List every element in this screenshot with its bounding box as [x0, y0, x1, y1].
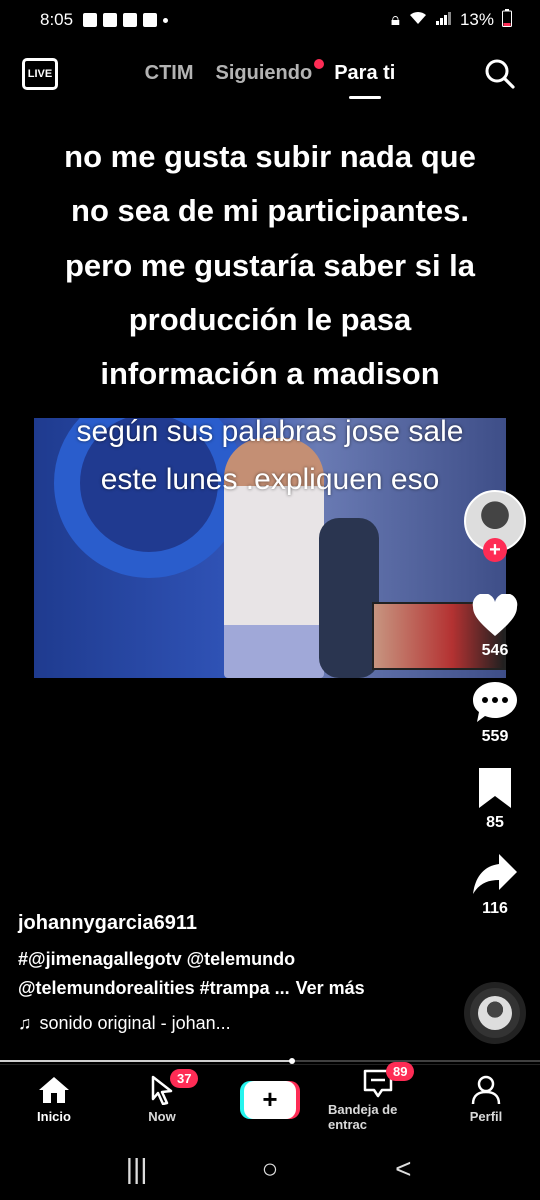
status-bar: 8:05 🔒︎ 13% — [0, 0, 540, 40]
caption-line: no sea de mi participantes. — [71, 193, 469, 229]
like-button[interactable]: 546 — [471, 594, 519, 660]
nav-now-label: Now — [148, 1109, 176, 1124]
nav-perfil[interactable]: Perfil — [436, 1075, 536, 1124]
nav-inbox[interactable]: 89 Bandeja de entrac — [328, 1061, 428, 1132]
video-progress-bar[interactable] — [0, 1058, 540, 1064]
post-description: #@jimenagallegotv @telemundo @telemundor… — [18, 945, 438, 1003]
caption-line: no me gusta subir nada que — [64, 139, 476, 174]
overlay-line: este lunes .expliquen eso — [100, 463, 440, 496]
action-rail: + 546 559 85 116 — [460, 490, 530, 918]
now-badge: 37 — [170, 1069, 199, 1088]
tab-ctim[interactable]: CTIM — [145, 62, 194, 85]
sound-disc[interactable] — [464, 982, 526, 1044]
add-person-icon — [123, 13, 138, 27]
status-time: 8:05 — [40, 10, 74, 29]
like-count: 546 — [481, 642, 509, 659]
tiktok-icon — [143, 13, 158, 27]
status-right: 🔒︎ 13% — [390, 8, 512, 32]
battery-percent: 13% — [459, 10, 494, 29]
recents-button[interactable]: ||| — [117, 1153, 157, 1185]
bottom-nav: Inicio 37 Now + 89 Bandeja de entrac Per… — [0, 1061, 540, 1134]
nav-now[interactable]: 37 Now — [112, 1069, 212, 1124]
system-nav: ||| ○ < — [0, 1138, 540, 1200]
sound-info[interactable]: ♫ sonido original - johan... — [18, 1013, 438, 1034]
post-info: johannygarcia6911 #@jimenagallegotv @tel… — [18, 912, 438, 1034]
feed-tabs: CTIM Siguiendo Para ti — [0, 59, 540, 85]
creator-avatar[interactable]: + — [464, 490, 526, 562]
search-icon[interactable] — [484, 58, 516, 90]
tab-siguiendo-label: Siguiendo — [215, 62, 313, 84]
music-note-icon: ♫ — [18, 1012, 32, 1033]
nav-inbox-label: Bandeja de entrac — [328, 1101, 398, 1132]
alert-icon — [83, 13, 98, 27]
create-button[interactable]: + — [240, 1080, 300, 1119]
comment-icon — [473, 682, 517, 722]
nav-create[interactable]: + — [220, 1080, 320, 1119]
nav-inicio-label: Inicio — [37, 1109, 71, 1124]
notification-icons — [83, 13, 169, 27]
description-line-2: @telemundorealities #trampa ... Ver más — [18, 974, 438, 1003]
bookmark-button[interactable]: 85 — [471, 766, 519, 832]
nav-perfil-label: Perfil — [469, 1109, 503, 1124]
comment-count: 559 — [481, 728, 509, 745]
see-more-link[interactable]: Ver más — [296, 978, 365, 998]
wifi-icon — [408, 10, 428, 31]
video-caption-text: no me gusta subir nada que no sea de mi … — [20, 130, 520, 401]
caption-line: producción le pasa — [128, 301, 412, 337]
video-overlay-text: según sus palabras jose sale este lunes … — [20, 408, 520, 504]
nav-inicio[interactable]: Inicio — [4, 1075, 104, 1124]
lock-icon: 🔒︎ — [390, 10, 400, 29]
following-notification-dot — [314, 59, 325, 69]
follow-button[interactable]: + — [483, 538, 507, 562]
back-button[interactable]: < — [383, 1153, 423, 1185]
home-icon — [39, 1077, 69, 1103]
home-button[interactable]: ○ — [250, 1153, 290, 1185]
description-line[interactable]: #@jimenagallegotv @telemundo — [18, 945, 438, 974]
status-left: 8:05 — [40, 10, 169, 30]
plus-icon: + — [244, 1080, 296, 1119]
top-nav: LIVE CTIM Siguiendo Para ti — [0, 50, 540, 105]
share-count: 116 — [482, 900, 508, 917]
video-scene-coat — [319, 518, 379, 678]
description-line-text[interactable]: @telemundorealities #trampa ... — [18, 978, 290, 998]
tab-siguiendo[interactable]: Siguiendo — [215, 59, 325, 85]
facebook-icon — [103, 13, 118, 27]
progress-fill — [0, 1060, 292, 1062]
bookmark-icon — [479, 768, 511, 808]
comment-button[interactable]: 559 — [471, 680, 519, 746]
heart-icon — [472, 594, 518, 636]
share-button[interactable]: 116 — [471, 852, 519, 918]
sound-disc-avatar — [478, 996, 512, 1030]
sound-name: sonido original - johan... — [39, 1012, 231, 1033]
caption-line: información a madison — [100, 356, 440, 391]
tab-para-ti[interactable]: Para ti — [334, 62, 395, 85]
overlay-line: según sus palabras jose sale — [76, 415, 464, 448]
caption-line: pero me gustaría saber si la — [64, 247, 476, 283]
creator-username[interactable]: johannygarcia6911 — [18, 912, 438, 935]
signal-icon — [435, 10, 452, 30]
bookmark-count: 85 — [486, 814, 504, 831]
share-icon — [473, 854, 517, 894]
battery-icon — [502, 8, 512, 32]
inbox-badge: 89 — [386, 1061, 415, 1081]
profile-icon — [471, 1075, 501, 1105]
more-notifications-dot — [163, 17, 169, 23]
